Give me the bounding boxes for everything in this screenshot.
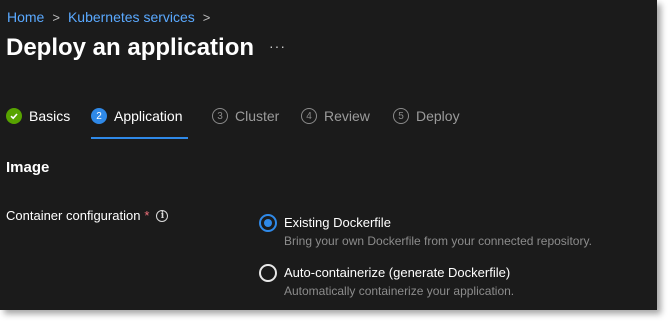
required-marker: *: [144, 208, 150, 223]
breadcrumb-kubernetes-services-link[interactable]: Kubernetes services: [68, 9, 195, 25]
radio-title: Existing Dockerfile: [284, 215, 391, 230]
step-number-badge: 3: [212, 108, 228, 124]
step-review[interactable]: 4 Review: [301, 108, 370, 124]
breadcrumb-home-link[interactable]: Home: [7, 9, 44, 25]
wizard-steps: Basics 2 Application 3 Cluster 4 Review …: [6, 108, 646, 142]
radio-description: Automatically containerize your applicat…: [284, 284, 515, 298]
step-label: Deploy: [416, 108, 460, 124]
step-cluster[interactable]: 3 Cluster: [212, 108, 279, 124]
container-configuration-label: Container configuration * i: [6, 208, 169, 223]
step-number-badge: 2: [91, 108, 107, 124]
radio-button-checked[interactable]: [259, 214, 277, 232]
more-options-icon[interactable]: ···: [269, 38, 286, 54]
field-label-text: Container configuration: [6, 208, 141, 223]
app-frame: Home > Kubernetes services > Deploy an a…: [0, 0, 657, 310]
active-step-indicator: [91, 137, 188, 139]
step-application[interactable]: 2 Application: [91, 108, 183, 124]
chevron-right-icon: >: [202, 9, 211, 25]
step-number-badge: 5: [393, 108, 409, 124]
chevron-right-icon: >: [52, 9, 60, 25]
step-label: Basics: [29, 108, 71, 124]
radio-button-unchecked[interactable]: [259, 264, 277, 282]
step-deploy[interactable]: 5 Deploy: [393, 108, 460, 124]
radio-title: Auto-containerize (generate Dockerfile): [284, 265, 511, 280]
step-number-badge: 4: [301, 108, 317, 124]
checkmark-icon: [6, 108, 22, 124]
page-title: Deploy an application: [6, 34, 255, 61]
section-title: Image: [6, 159, 50, 176]
step-basics[interactable]: Basics: [6, 108, 70, 124]
step-label: Review: [324, 108, 370, 124]
info-icon[interactable]: i: [156, 209, 169, 222]
breadcrumb: Home > Kubernetes services >: [7, 9, 210, 25]
radio-description: Bring your own Dockerfile from your conn…: [284, 234, 592, 248]
step-label: Application: [114, 108, 183, 124]
step-label: Cluster: [235, 108, 280, 124]
